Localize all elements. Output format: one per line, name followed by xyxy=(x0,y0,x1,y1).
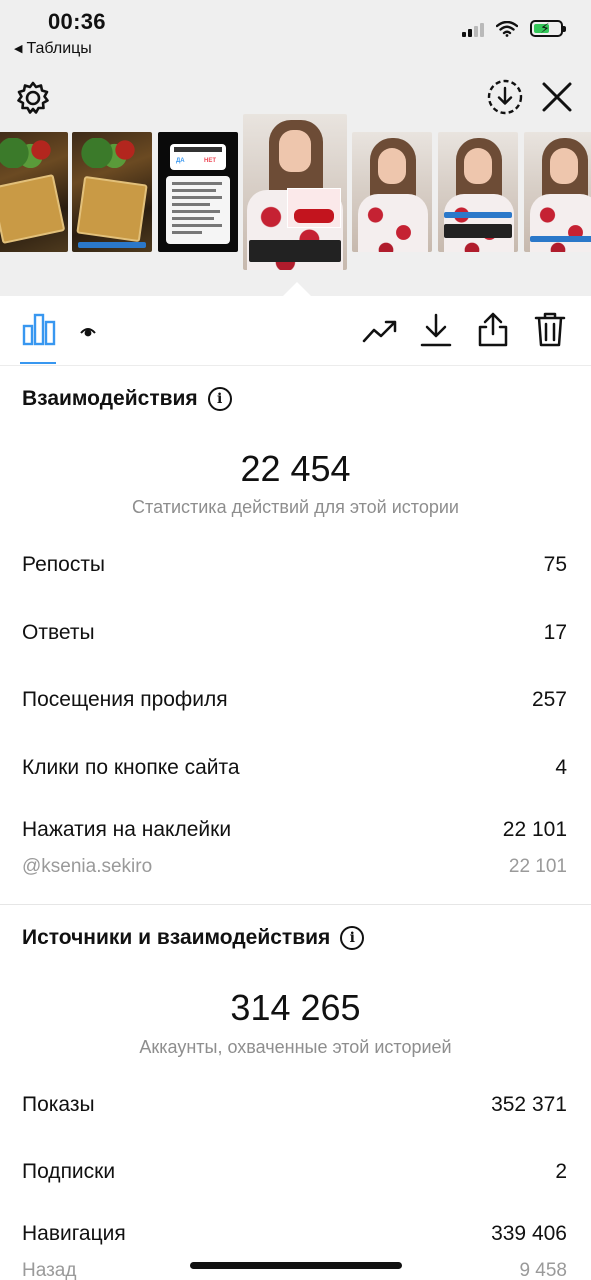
trending-up-icon[interactable] xyxy=(362,318,398,344)
stat-label: Ответы xyxy=(22,621,95,644)
insights-toolbar xyxy=(0,296,591,366)
download-icon[interactable] xyxy=(420,313,452,347)
stat-label: Показы xyxy=(22,1093,95,1116)
stat-row-shares: Репосты 75 xyxy=(22,553,567,577)
interactions-subtitle: Статистика действий для этой истории xyxy=(132,497,459,517)
interactions-section-title: Взаимодействия i xyxy=(22,387,232,411)
cellular-signal-icon xyxy=(462,21,484,37)
stat-sub-label: Назад xyxy=(22,1260,77,1280)
poll-yes-label: ДА xyxy=(176,158,185,164)
discovery-title: Источники и взаимодействия xyxy=(22,926,331,949)
stat-value: 2 xyxy=(555,1160,567,1183)
stat-label: Нажатия на наклейки xyxy=(22,818,232,841)
home-indicator[interactable] xyxy=(190,1262,402,1269)
selected-story-pointer xyxy=(283,282,311,296)
section-divider xyxy=(0,904,591,905)
back-triangle-icon: ◀ xyxy=(14,43,23,55)
stat-sub-value: 22 101 xyxy=(508,856,567,877)
story-thumbnail-selected[interactable] xyxy=(243,114,347,270)
interactions-title: Взаимодействия xyxy=(22,387,198,410)
stat-value: 75 xyxy=(543,553,567,576)
interactions-total: 22 454 xyxy=(240,448,351,489)
trash-icon[interactable] xyxy=(534,312,566,348)
story-thumbnail[interactable] xyxy=(72,132,152,252)
stat-row-profile-visits: Посещения профиля 257 xyxy=(22,688,567,712)
eye-icon[interactable] xyxy=(80,326,96,338)
close-icon[interactable] xyxy=(540,80,574,114)
stat-label: Клики по кнопке сайта xyxy=(22,756,240,779)
stat-value: 339 406 xyxy=(491,1222,567,1245)
info-icon[interactable]: i xyxy=(207,387,232,411)
back-app-label: Таблицы xyxy=(26,40,92,57)
gear-icon[interactable] xyxy=(15,80,51,116)
discovery-subtitle: Аккаунты, охваченные этой историей xyxy=(139,1037,452,1057)
discovery-section-title: Источники и взаимодействия i xyxy=(22,926,365,950)
active-tab-indicator xyxy=(20,362,56,364)
stat-sub-value: 9 458 xyxy=(519,1260,567,1280)
info-icon[interactable]: i xyxy=(340,926,365,950)
poll-sticker: ДА НЕТ xyxy=(170,144,226,170)
status-indicators: ⚡ xyxy=(462,20,566,37)
stat-label: Подписки xyxy=(22,1160,116,1183)
story-thumbnail[interactable] xyxy=(0,132,68,252)
stat-row-sticker-mention: @ksenia.sekiro 22 101 xyxy=(22,856,567,878)
wifi-icon xyxy=(496,20,518,37)
story-thumbnail[interactable] xyxy=(352,132,432,252)
stat-row-navigation: Навигация 339 406 xyxy=(22,1222,567,1246)
download-circle-icon[interactable] xyxy=(486,78,524,116)
status-time: 00:36 xyxy=(48,9,106,34)
stat-row-replies: Ответы 17 xyxy=(22,621,567,645)
poll-no-label: НЕТ xyxy=(204,158,216,164)
bar-chart-icon[interactable] xyxy=(22,312,56,346)
stat-label: Посещения профиля xyxy=(22,688,228,711)
stat-row-follows: Подписки 2 xyxy=(22,1160,567,1184)
story-thumbnail[interactable] xyxy=(438,132,518,252)
story-thumbnail[interactable] xyxy=(524,132,591,252)
story-thumbnail[interactable]: ДА НЕТ xyxy=(158,132,238,252)
charging-bolt-icon: ⚡ xyxy=(540,20,550,36)
stat-sub-label: @ksenia.sekiro xyxy=(22,856,153,877)
back-to-app-link[interactable]: ◀ Таблицы xyxy=(14,40,92,58)
stat-label: Навигация xyxy=(22,1222,126,1245)
stat-value: 17 xyxy=(543,621,567,644)
stat-value: 22 101 xyxy=(502,818,567,841)
stat-value: 257 xyxy=(531,688,567,711)
stat-row-impressions: Показы 352 371 xyxy=(22,1093,567,1117)
story-thumbnails: ДА НЕТ xyxy=(0,114,591,270)
stat-row-sticker-taps: Нажатия на наклейки 22 101 xyxy=(22,818,567,842)
battery-icon: ⚡ xyxy=(530,20,566,37)
stat-label: Репосты xyxy=(22,553,106,576)
stat-row-website-clicks: Клики по кнопке сайта 4 xyxy=(22,756,567,780)
discovery-total: 314 265 xyxy=(230,987,361,1028)
stat-value: 352 371 xyxy=(491,1093,567,1116)
stat-value: 4 xyxy=(555,756,567,779)
share-icon[interactable] xyxy=(477,312,509,348)
